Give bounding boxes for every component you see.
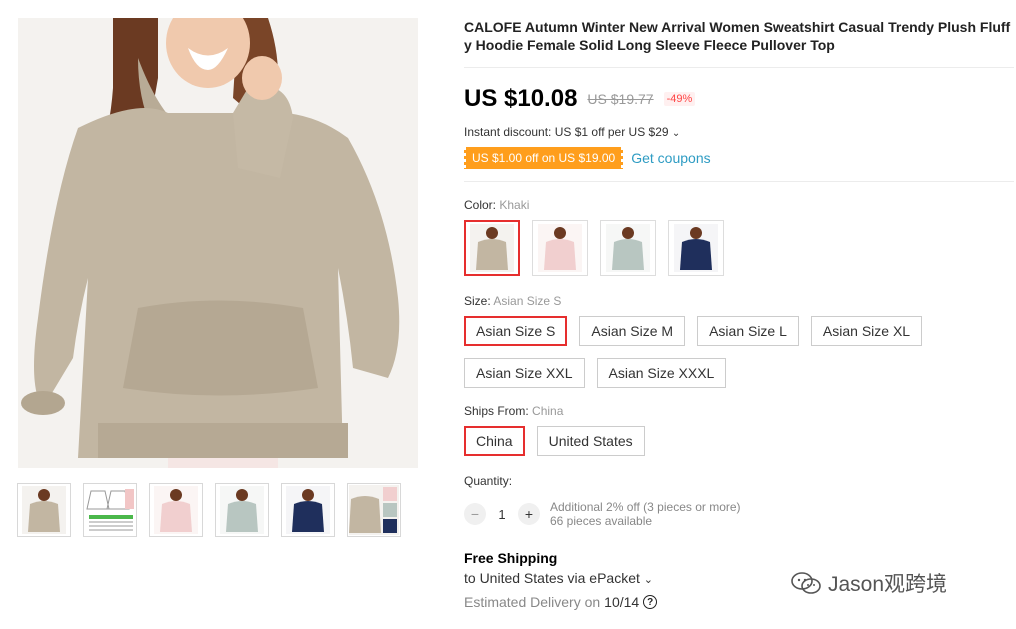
size-option-xl[interactable]: Asian Size XL [810,316,923,346]
size-option-s[interactable]: Asian Size S [464,316,568,346]
color-options [464,220,1014,276]
ships-from-options: China United States [464,426,1016,456]
color-swatch-khaki[interactable] [464,220,520,276]
delivery-date: 10/14 [604,594,640,610]
shipping-destination-text: to United States via ePacket [464,570,640,586]
watermark-text: Jason观跨境 [828,573,948,596]
thumbnail-collage[interactable] [347,483,401,537]
color-label: Color: Khaki [464,198,1014,212]
size-label-text: Size: [464,294,491,308]
watermark: Jason观跨境 [790,568,947,598]
ships-from-china[interactable]: China [464,426,525,456]
wechat-icon [791,572,821,594]
ships-from-united-states[interactable]: United States [536,426,645,456]
help-icon[interactable]: ? [643,595,658,609]
current-price: US $10.08 [464,85,578,112]
get-coupons-link[interactable]: Get coupons [631,150,710,166]
delivery-prefix: Estimated Delivery on [464,594,601,610]
thumbnail-navy[interactable] [281,483,335,537]
divider [464,181,1014,182]
quantity-stepper: − 1 + Additional 2% off (3 pieces or mor… [464,500,1014,528]
ships-from-label-text: Ships From: [464,404,529,418]
color-label-text: Color: [464,198,497,212]
original-price: US $19.77 [587,91,654,107]
quantity-minus-button[interactable]: − [464,503,486,525]
size-option-m[interactable]: Asian Size M [579,316,686,346]
bulk-discount-note: Additional 2% off (3 pieces or more) [550,500,741,514]
size-option-xxxl[interactable]: Asian Size XXXL [596,358,727,388]
thumbnail-strip [17,483,401,537]
product-title: CALOFE Autumn Winter New Arrival Women S… [464,19,1011,53]
color-swatch-pink[interactable] [532,220,588,276]
thumbnail-gray-green[interactable] [215,483,269,537]
quantity-input[interactable]: 1 [486,507,518,522]
free-shipping-title: Free Shipping [464,550,558,566]
product-info: CALOFE Autumn Winter New Arrival Women S… [461,18,1016,610]
stock-available: 66 pieces available [550,514,653,528]
quantity-note: Additional 2% off (3 pieces or more) 66 … [550,500,741,528]
divider [464,67,1014,68]
product-gallery [0,0,440,629]
thumbnail-size-chart[interactable] [83,483,137,537]
coupon-tag[interactable]: US $1.00 off on US $19.00 [461,147,626,169]
coupon-row: US $1.00 off on US $19.00 Get coupons [461,147,1014,169]
color-swatch-gray-green[interactable] [600,220,656,276]
color-selected: Khaki [499,198,530,212]
discount-badge: -49% [663,92,696,106]
ships-from-label: Ships From: China [464,404,1014,418]
size-option-xxl[interactable]: Asian Size XXL [464,358,585,388]
quantity-label: Quantity: [464,474,513,488]
thumbnail-khaki[interactable] [17,483,71,537]
size-option-l[interactable]: Asian Size L [697,316,799,346]
main-product-image[interactable] [18,18,418,468]
price-row: US $10.08 US $19.77 -49% [464,85,1014,113]
size-options: Asian Size S Asian Size M Asian Size L A… [464,316,1016,388]
instant-discount-text: Instant discount: US $1 off per US $29 [464,125,669,139]
color-swatch-navy[interactable] [668,220,724,276]
chevron-down-icon: ⌄ [671,128,681,139]
chevron-down-icon: ⌄ [643,574,653,586]
thumbnail-pink[interactable] [149,483,203,537]
ships-from-selected: China [532,404,564,418]
size-label: Size: Asian Size S [464,294,1014,308]
instant-discount[interactable]: Instant discount: US $1 off per US $29 ⌄ [464,125,1014,139]
quantity-plus-button[interactable]: + [518,503,540,525]
size-selected: Asian Size S [493,294,562,308]
